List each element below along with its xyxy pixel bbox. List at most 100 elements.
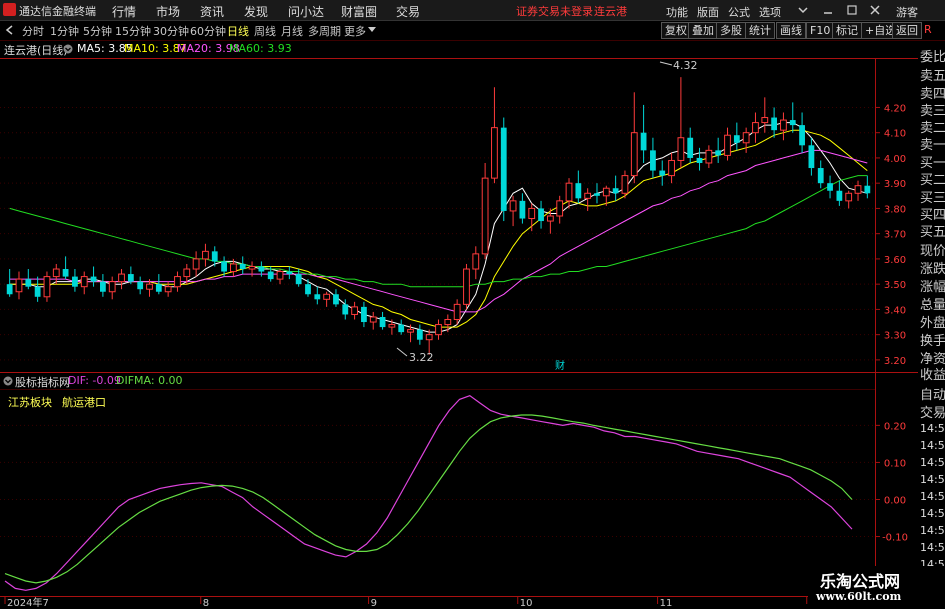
candle-body-up bbox=[752, 122, 759, 134]
indicator-info: 股标指标网 DIF: -0.09 DIFMA: 0.00 bbox=[0, 373, 875, 389]
main-chart-info: 连云港(日线) MA5: 3.85 MA10: 3.87 MA20: 3.98 … bbox=[0, 41, 875, 57]
candle-body-up bbox=[472, 253, 480, 270]
candle-body-up bbox=[705, 149, 713, 164]
period-intraday[interactable]: 分时 bbox=[22, 23, 44, 39]
candle-body-down bbox=[305, 284, 311, 295]
menu-quotes[interactable]: 行情 bbox=[112, 3, 136, 20]
candle-body-down bbox=[575, 183, 582, 199]
tag-shipping-port[interactable]: 航运港口 bbox=[62, 394, 106, 410]
stock-chart-title: 连云港(日线) bbox=[4, 44, 68, 57]
close-icon[interactable] bbox=[869, 4, 881, 16]
menu-function[interactable]: 功能 bbox=[666, 4, 688, 20]
period-daily[interactable]: 日线 bbox=[227, 23, 249, 39]
high-pointer-line bbox=[659, 61, 673, 66]
candle-body-up bbox=[323, 293, 331, 300]
candle-body-down bbox=[258, 266, 265, 272]
period-5min[interactable]: 5分钟 bbox=[83, 23, 112, 39]
menu-market[interactable]: 市场 bbox=[156, 3, 180, 20]
menu-wealth[interactable]: 财富圈 bbox=[341, 3, 377, 20]
draw-line-button[interactable]: 画线 bbox=[776, 22, 806, 39]
menu-formula[interactable]: 公式 bbox=[728, 4, 750, 20]
candle-body-up bbox=[481, 177, 489, 255]
side-item-buy4: 买四 bbox=[920, 208, 945, 222]
more-icon[interactable] bbox=[797, 4, 809, 16]
candle-body-up bbox=[780, 119, 787, 131]
period-30min[interactable]: 30分钟 bbox=[153, 23, 189, 39]
menu-trade[interactable]: 交易 bbox=[396, 3, 420, 20]
period-monthly[interactable]: 月线 bbox=[281, 23, 303, 39]
candle-body-down bbox=[416, 329, 423, 340]
price-ticks: 4.20 4.10 4.00 3.90 3.80 3.70 3.60 3.50 3.40 3.30… bbox=[875, 103, 906, 367]
tag-jiangsu[interactable]: 江苏板块 bbox=[8, 394, 52, 410]
candle-body-up bbox=[742, 132, 750, 144]
collapse-icon[interactable] bbox=[5, 25, 15, 35]
indicator-toggle-icon[interactable] bbox=[3, 376, 13, 386]
tick-time: 14:56 bbox=[920, 541, 945, 554]
r-label[interactable]: R bbox=[924, 23, 932, 36]
login-warning[interactable]: 证券交易未登录 bbox=[516, 3, 593, 19]
dif-value: DIF: -0.09 bbox=[68, 374, 121, 387]
chart-area[interactable]: 4.32 3.22 财 4.20 4.10 4.00 3.90 3.80 3.70 3.60… bbox=[0, 40, 918, 609]
candle-body-down bbox=[361, 306, 367, 323]
period-toolbar: 分时 1分钟 5分钟 15分钟 30分钟 60分钟 日线 周线 月线 多周期 更… bbox=[0, 21, 945, 41]
side-item-trade[interactable]: 交易 bbox=[920, 402, 945, 420]
ma-line-ma60 bbox=[9, 175, 868, 288]
statistics-button[interactable]: 统计 bbox=[745, 22, 775, 39]
guest-label[interactable]: 游客 bbox=[896, 4, 918, 20]
multi-stock-button[interactable]: 多股 bbox=[716, 22, 746, 39]
minimize-icon[interactable] bbox=[822, 4, 834, 16]
side-item-sell2: 卖二 bbox=[920, 121, 945, 135]
menu-layout[interactable]: 版面 bbox=[697, 4, 719, 20]
menu-news[interactable]: 资讯 bbox=[200, 3, 224, 20]
period-more[interactable]: 更多 bbox=[344, 23, 366, 39]
indicator-tick-label: 0.20 bbox=[884, 421, 906, 432]
candle-body-down bbox=[127, 274, 134, 282]
candle-body-down bbox=[72, 276, 78, 287]
maximize-icon[interactable] bbox=[846, 4, 858, 16]
candle-body-down bbox=[342, 304, 349, 315]
period-60min[interactable]: 60分钟 bbox=[190, 23, 226, 39]
side-item-weibi[interactable]: 委比 bbox=[920, 46, 945, 64]
indicator-name[interactable]: 股标指标网 bbox=[15, 374, 70, 390]
side-item-auto[interactable]: 自动 bbox=[920, 384, 945, 402]
ma-line-ma5 bbox=[9, 122, 868, 333]
price-tick-label: 4.00 bbox=[884, 154, 906, 165]
indicator-tick-label: 0.10 bbox=[884, 458, 906, 469]
period-1min[interactable]: 1分钟 bbox=[50, 23, 79, 39]
candle-body-down bbox=[25, 279, 32, 287]
main-grid bbox=[0, 106, 875, 361]
dropdown-arrow-icon[interactable] bbox=[368, 27, 376, 33]
menu-options[interactable]: 选项 bbox=[759, 4, 781, 20]
price-tick-label: 3.80 bbox=[884, 204, 906, 215]
ma-line-ma10 bbox=[9, 129, 868, 328]
side-item-volume: 总量 bbox=[920, 298, 945, 312]
candle-body-up bbox=[183, 268, 191, 278]
candle-body-down bbox=[612, 188, 619, 194]
mark-button[interactable]: 标记 bbox=[832, 22, 862, 39]
difma-value: DIFMA: 0.00 bbox=[116, 374, 183, 387]
finance-marker[interactable]: 财 bbox=[555, 359, 565, 372]
menu-ask[interactable]: 问小达 bbox=[288, 3, 324, 20]
tick-time: 14:56 bbox=[920, 439, 945, 452]
side-item-earnings: 收益 bbox=[920, 368, 945, 382]
f10-button[interactable]: F10 bbox=[806, 22, 835, 39]
candle-body-down bbox=[650, 150, 656, 171]
overlay-button[interactable]: 叠加 bbox=[688, 22, 718, 39]
period-weekly[interactable]: 周线 bbox=[254, 23, 276, 39]
tick-time: 14:56 bbox=[920, 490, 945, 503]
price-tick-label: 3.70 bbox=[884, 230, 906, 241]
x-tick-label: 8 bbox=[203, 598, 209, 609]
candle-body-down bbox=[715, 150, 722, 156]
candle-body-up bbox=[425, 334, 433, 341]
menu-discover[interactable]: 发现 bbox=[244, 3, 268, 20]
period-15min[interactable]: 15分钟 bbox=[115, 23, 151, 39]
candle-body-up bbox=[677, 137, 685, 161]
tick-time: 14:56 bbox=[920, 422, 945, 435]
watermark-title: 乐淘公式网 bbox=[820, 572, 901, 591]
candle-body-down bbox=[687, 137, 694, 158]
restore-rights-button[interactable]: 复权 bbox=[661, 22, 691, 39]
period-multi[interactable]: 多周期 bbox=[308, 23, 341, 39]
candle-body-down bbox=[398, 324, 405, 333]
back-button[interactable]: 返回 bbox=[892, 22, 922, 39]
settings-toggle-icon[interactable] bbox=[63, 44, 73, 54]
